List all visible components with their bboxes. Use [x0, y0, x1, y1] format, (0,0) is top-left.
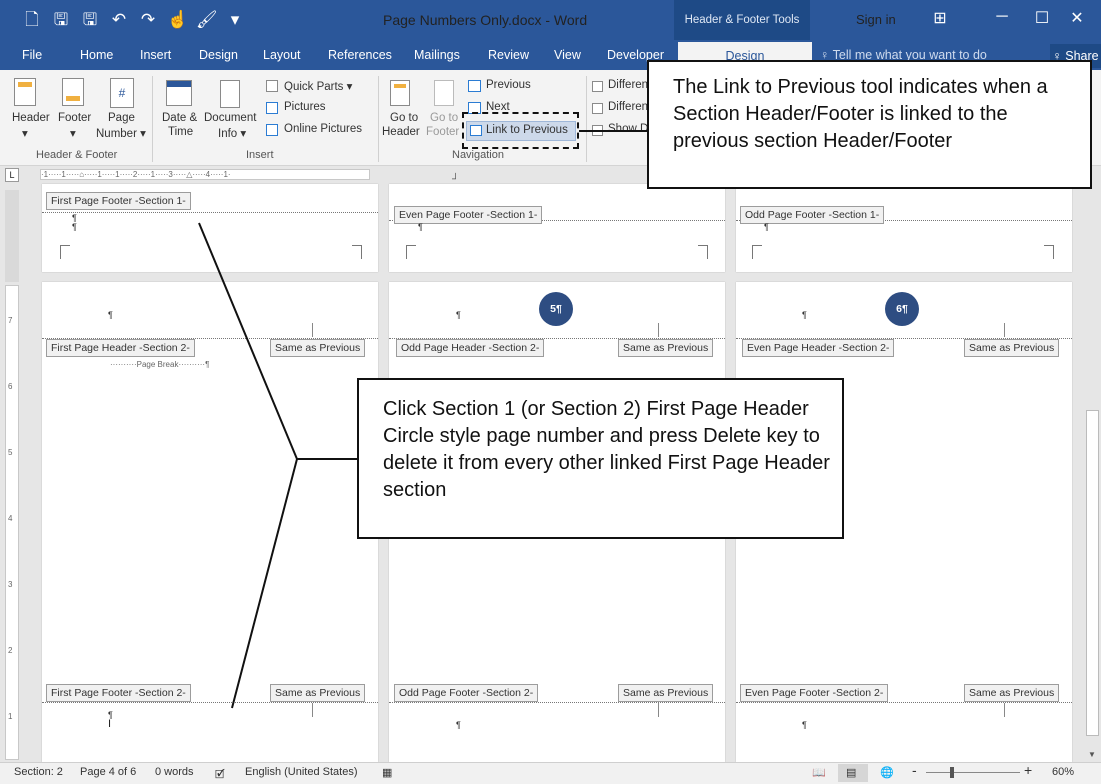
- macro-record-icon[interactable]: ▦: [382, 766, 392, 779]
- read-mode-icon[interactable]: 📖: [812, 766, 826, 779]
- status-language[interactable]: English (United States): [245, 766, 358, 778]
- callout-line-to-section2-footer: [231, 458, 298, 709]
- status-word-count[interactable]: 0 words: [155, 766, 194, 778]
- proofing-icon[interactable]: 🗹: [215, 766, 225, 784]
- status-section[interactable]: Section: 2: [14, 766, 63, 778]
- print-layout-icon[interactable]: ▤: [846, 766, 856, 779]
- zoom-slider-thumb[interactable]: [950, 767, 954, 778]
- status-page-count[interactable]: Page 4 of 6: [80, 766, 136, 778]
- callout-link-to-previous: The Link to Previous tool indicates when…: [647, 60, 1092, 189]
- web-layout-icon[interactable]: 🌐: [880, 766, 894, 779]
- callout-delete-page-number: Click Section 1 (or Section 2) First Pag…: [357, 378, 844, 539]
- callout-line-to-section1-footer: [198, 222, 298, 460]
- zoom-level[interactable]: 60%: [1052, 766, 1074, 778]
- zoom-slider-track[interactable]: [926, 772, 1020, 773]
- zoom-in-button[interactable]: +: [1024, 762, 1032, 778]
- zoom-out-button[interactable]: -: [912, 762, 917, 778]
